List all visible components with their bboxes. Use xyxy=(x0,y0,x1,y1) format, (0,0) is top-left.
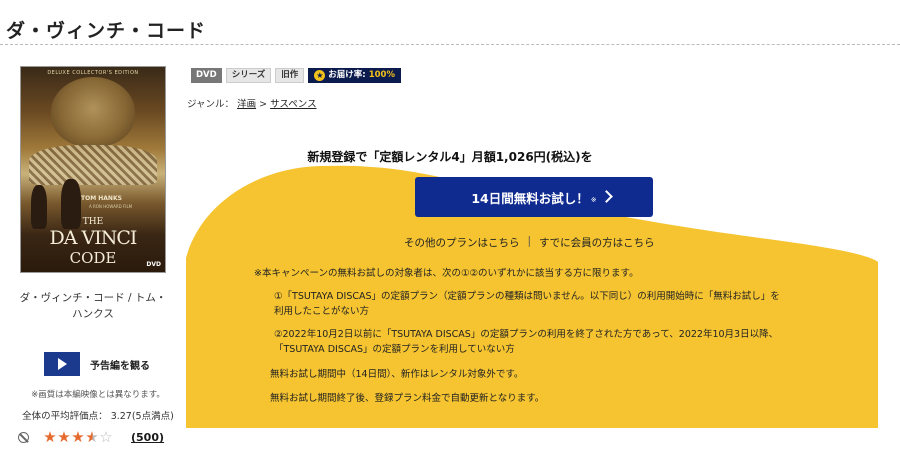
campaign-headline: 新規登録で「定額レンタル4」月額1,026円(税込)を xyxy=(307,150,593,164)
terms-item-1: ①「TSUTAYA DISCAS」の定額プラン（定額プランの種類は問いません。以… xyxy=(254,289,814,319)
title-divider xyxy=(0,44,900,45)
star-icon: ★ xyxy=(71,428,85,446)
jacket-title-line1: THE xyxy=(82,217,104,227)
page-title: ダ・ヴィンチ・コード xyxy=(6,19,207,42)
delivery-label: お届け率: xyxy=(328,70,366,80)
product-badges: DVD シリーズ 旧作 ★ お届け率: 100% xyxy=(191,68,401,83)
product-caption: ダ・ヴィンチ・コード / トム・ハンクス xyxy=(19,292,167,320)
delivery-rate: 100% xyxy=(368,70,395,80)
format-badge: DVD xyxy=(191,68,222,83)
terms-item-2: ②2022年10月2日以前に「TSUTAYA DISCAS」の定額プランの利用を… xyxy=(254,327,814,357)
terms-intro: ※本キャンペーンの無料お試しの対象者は、次の①②のいずれかに該当する方に限ります… xyxy=(254,268,639,279)
star-empty-icon: ☆ xyxy=(99,428,113,446)
jacket-credit: A RON HOWARD FILM xyxy=(89,204,133,209)
play-icon[interactable] xyxy=(44,352,80,376)
genre-prefix: ジャンル： xyxy=(187,99,235,110)
terms-item-2-line1: ②2022年10月2日以前に「TSUTAYA DISCAS」の定額プランの利用を… xyxy=(274,329,779,340)
mona-lisa-face-art xyxy=(51,77,135,147)
series-badge: シリーズ xyxy=(225,68,272,83)
terms-note-new-releases: 無料お試し期間中（14日間）、新作はレンタル対象外です。 xyxy=(270,369,524,380)
free-trial-button[interactable]: 14日間無料お試し！ ※ xyxy=(415,177,653,217)
other-plans-link[interactable]: その他のプランはこちら xyxy=(404,235,520,250)
genre-link-western[interactable]: 洋画 xyxy=(237,99,256,110)
jacket-title-line3: CODE xyxy=(69,249,117,267)
dvd-jacket-image[interactable]: DELUXE COLLECTOR'S EDITION TOM HANKS A R… xyxy=(20,66,166,273)
image-quality-note: ※画質は本編映像とは異なります。 xyxy=(31,390,165,400)
jacket-dvd-logo: DVD xyxy=(146,261,161,268)
not-interested-icon[interactable] xyxy=(18,432,29,443)
genre-breadcrumb: ジャンル： 洋画 > サスペンス xyxy=(187,96,317,110)
genre-separator: > xyxy=(259,99,268,110)
member-login-link[interactable]: すでに会員の方はこちら xyxy=(539,235,655,250)
terms-item-2-line2: 「TSUTAYA DISCAS」の定額プランを利用していない方 xyxy=(274,344,515,355)
link-separator: | xyxy=(527,235,532,247)
terms-item-1-line1: ①「TSUTAYA DISCAS」の定額プラン（定額プランの種類は問いません。以… xyxy=(274,291,780,302)
delivery-rate-badge: ★ お届け率: 100% xyxy=(308,68,401,83)
campaign-terms: ※本キャンペーンの無料お試しの対象者は、次の①②のいずれかに該当する方に限ります… xyxy=(254,266,814,406)
plan-links: その他のプランはこちら | すでに会員の方はこちら xyxy=(404,235,655,250)
jacket-edition-text: DELUXE COLLECTOR'S EDITION xyxy=(47,70,139,76)
jacket-actor: TOM HANKS xyxy=(81,195,122,202)
review-count-link[interactable]: (500) xyxy=(131,431,164,444)
trailer-label[interactable]: 予告編を観る xyxy=(90,357,150,372)
rating-row: ★ ★ ★ ★ ☆ (500) xyxy=(18,430,164,445)
star-half-icon: ★ xyxy=(85,428,99,446)
star-icon: ★ xyxy=(43,428,57,446)
jacket-title-line2: DA VINCI xyxy=(49,227,138,249)
genre-link-suspense[interactable]: サスペンス xyxy=(270,99,316,110)
terms-note-auto-renewal: 無料お試し期間終了後、登録プラン料金で自動更新となります。 xyxy=(270,393,545,404)
delivery-star-icon: ★ xyxy=(314,70,326,81)
free-trial-label[interactable]: 14日間無料お試し！ xyxy=(471,188,588,207)
terms-item-1-line2: 利用したことがない方 xyxy=(274,306,370,317)
chevron-right-icon xyxy=(600,190,613,203)
old-release-badge: 旧作 xyxy=(275,68,305,83)
star-icon: ★ xyxy=(57,428,71,446)
free-trial-note-mark: ※ xyxy=(590,196,597,204)
trailer-button[interactable]: 予告編を観る xyxy=(44,352,150,376)
average-rating-text: 全体の平均評価点： 3.27(5点満点) xyxy=(22,411,174,422)
